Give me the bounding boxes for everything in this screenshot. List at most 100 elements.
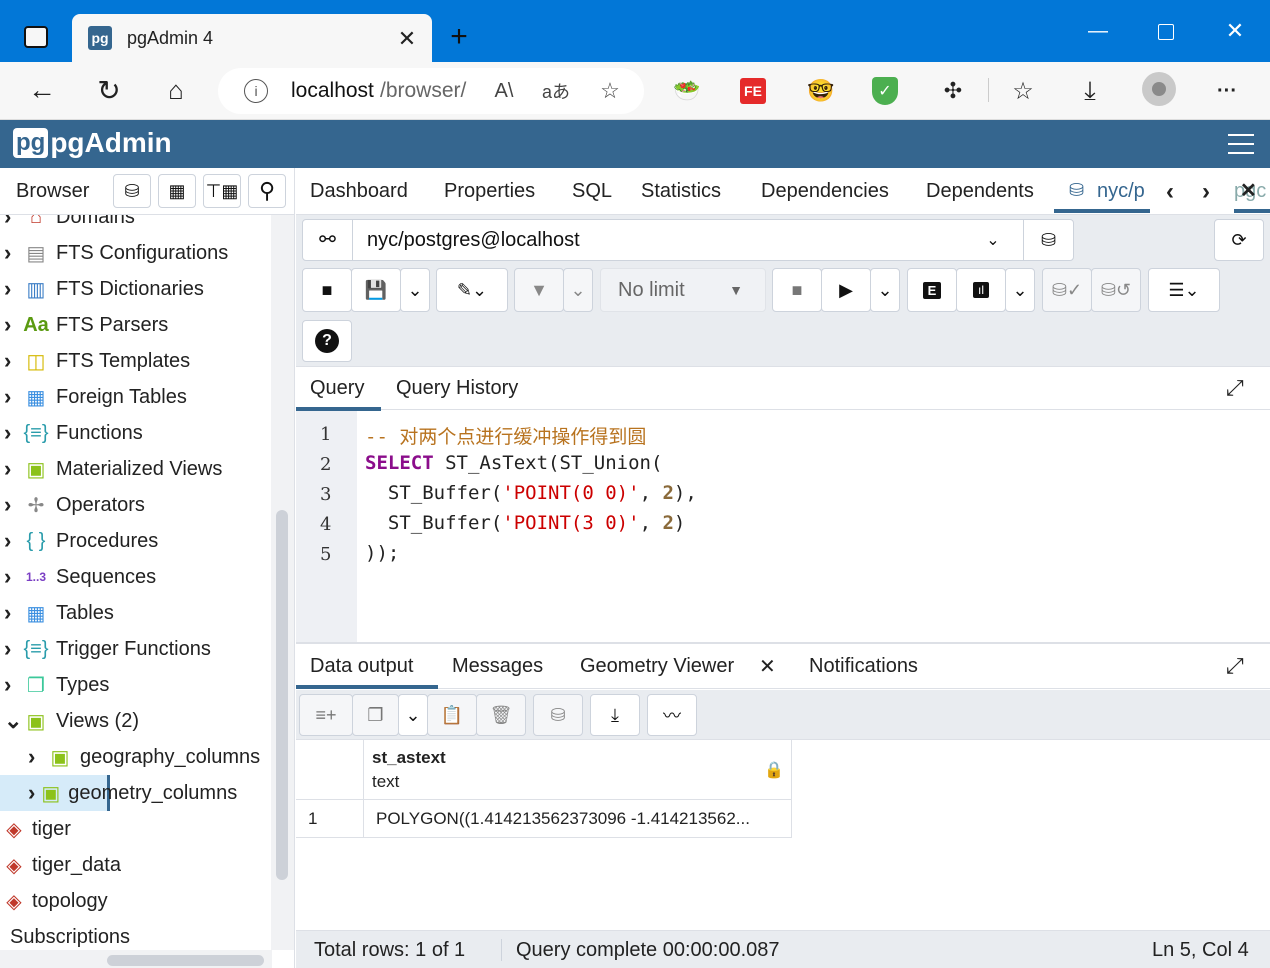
chevron-right-icon[interactable]: › — [4, 215, 18, 230]
extensions-puzzle-icon[interactable]: ✣ — [938, 76, 968, 106]
sidebar-toggle-icon[interactable] — [24, 26, 48, 48]
open-file-button[interactable]: ■ — [302, 268, 352, 312]
chevron-right-icon[interactable]: › — [4, 492, 18, 518]
new-tab-icon[interactable]: + — [444, 20, 474, 53]
add-row-button[interactable]: ≡+ — [299, 694, 353, 736]
maximize-panel-icon[interactable]: ⤢ — [1226, 653, 1244, 679]
query-tool-button[interactable]: ⛁ — [113, 174, 151, 208]
tree-item[interactable]: ⌄ ▣ Views (2) — [4, 703, 139, 739]
tree-item[interactable]: ◈ topology — [0, 883, 107, 919]
close-window-icon[interactable]: ✕ — [1222, 18, 1248, 44]
download-icon[interactable]: ⤓ — [1075, 75, 1105, 106]
explain-button[interactable]: E — [907, 268, 957, 312]
cell-value[interactable]: POLYGON((1.414213562373096 -1.414213562.… — [376, 809, 750, 829]
minimize-icon[interactable]: — — [1085, 18, 1111, 44]
chevron-right-icon[interactable]: › — [28, 744, 42, 770]
new-connection-icon[interactable]: ⛁ — [1023, 220, 1073, 260]
save-options-button[interactable]: ⌄ — [400, 268, 430, 312]
extension-face-icon[interactable]: 🤓 — [806, 76, 836, 106]
rows-limit-select[interactable]: No limit ▼ — [600, 268, 766, 312]
scroll-right-icon[interactable]: › — [1202, 178, 1210, 206]
tab-properties[interactable]: Properties — [444, 180, 535, 203]
extension-bowl-icon[interactable]: 🥗 — [672, 76, 702, 106]
filter-button[interactable]: ▼ — [514, 268, 564, 312]
tree-item[interactable]: › ◫ FTS Templates — [4, 343, 190, 379]
search-button[interactable]: ⚲ — [248, 174, 286, 208]
download-results-button[interactable]: ⤓ — [590, 694, 640, 736]
tab-pgc[interactable]: pgc ✕ — [1234, 168, 1270, 213]
explain-options-button[interactable]: ⌄ — [1005, 268, 1035, 312]
tree-item[interactable]: › ❐ Types — [4, 667, 109, 703]
chevron-right-icon[interactable]: › — [4, 564, 18, 590]
tab-dashboard[interactable]: Dashboard — [310, 180, 408, 203]
filter-options-button[interactable]: ⌄ — [563, 268, 593, 312]
connection-select[interactable]: ⚯ nyc/postgres@localhost ⌄ ⛁ — [302, 219, 1074, 261]
copy-button[interactable]: ❐ — [352, 694, 399, 736]
copy-options-button[interactable]: ⌄ — [398, 694, 428, 736]
chevron-down-icon[interactable]: ⌄ — [4, 708, 22, 734]
more-icon[interactable]: ··· — [1212, 76, 1242, 106]
tab-sql[interactable]: SQL — [572, 180, 612, 203]
refresh-connection-button[interactable]: ⟳ — [1214, 219, 1264, 261]
paste-button[interactable]: 📋 — [427, 694, 477, 736]
delete-button[interactable]: 🗑 — [476, 694, 526, 736]
view-data-button[interactable]: ▦ — [158, 174, 196, 208]
execute-options-button[interactable]: ⌄ — [870, 268, 900, 312]
back-icon[interactable]: ← — [26, 74, 58, 106]
tree-item[interactable]: › ✢ Operators — [4, 487, 145, 523]
tree-item[interactable]: › ▣ geometry_columns — [0, 775, 237, 811]
save-button[interactable]: 💾 — [351, 268, 401, 312]
tab-notifications[interactable]: Notifications — [809, 655, 918, 678]
refresh-icon[interactable]: ↻ — [93, 74, 125, 106]
tab-geometry-viewer[interactable]: Geometry Viewer — [580, 655, 734, 678]
home-icon[interactable]: ⌂ — [160, 74, 192, 106]
chevron-right-icon[interactable]: › — [4, 600, 18, 626]
save-data-button[interactable]: ⛁ — [533, 694, 583, 736]
tree-item[interactable]: › Aa FTS Parsers — [4, 307, 168, 343]
profile-avatar[interactable] — [1142, 72, 1176, 106]
edit-button[interactable]: ✎⌄ — [436, 268, 508, 312]
chevron-right-icon[interactable]: › — [4, 672, 18, 698]
tree-item[interactable]: Subscriptions — [10, 919, 130, 950]
tree-item[interactable]: › ▣ Materialized Views — [4, 451, 222, 487]
chevron-right-icon[interactable]: › — [28, 780, 35, 806]
tab-dependents[interactable]: Dependents — [926, 180, 1034, 203]
site-info-icon[interactable]: i — [244, 79, 268, 103]
close-tab-icon[interactable]: ✕ — [394, 26, 420, 52]
row-number[interactable]: 1 — [308, 809, 317, 829]
tree-item[interactable]: ◈ tiger_data — [0, 847, 121, 883]
chevron-right-icon[interactable]: › — [4, 312, 18, 338]
macros-button[interactable]: ☰⌄ — [1148, 268, 1220, 312]
tree-item[interactable]: › {≡} Trigger Functions — [4, 631, 211, 667]
tree-item[interactable]: › ▦ Foreign Tables — [4, 379, 187, 415]
tab-query-history[interactable]: Query History — [396, 377, 518, 400]
chevron-right-icon[interactable]: › — [4, 384, 18, 410]
extension-shield-icon[interactable]: ✓ — [872, 77, 898, 105]
execute-button[interactable]: ▶ — [821, 268, 871, 312]
chevron-right-icon[interactable]: › — [4, 348, 18, 374]
read-aloud-icon[interactable]: A\ — [490, 78, 518, 104]
tree-item[interactable]: ◈ tiger — [0, 811, 71, 847]
chevron-right-icon[interactable]: › — [4, 240, 18, 266]
tree-item[interactable]: › ▤ FTS Configurations — [4, 235, 228, 271]
tree-item[interactable]: › { } Procedures — [4, 523, 158, 559]
filtered-rows-button[interactable]: ⊤▦ — [203, 174, 241, 208]
rollback-button[interactable]: ⛁↺ — [1091, 268, 1141, 312]
chevron-right-icon[interactable]: › — [4, 420, 18, 446]
extension-fe-icon[interactable]: FE — [740, 78, 766, 104]
tree-item[interactable]: › {≡} Functions — [4, 415, 143, 451]
maximize-panel-icon[interactable]: ⤢ — [1226, 375, 1244, 401]
favorites-icon[interactable]: ☆ — [1008, 76, 1038, 106]
tree-item[interactable]: › 1..3 Sequences — [4, 559, 156, 595]
add-favorite-icon[interactable]: ☆ — [596, 78, 624, 104]
explain-analyze-button[interactable]: ıl — [956, 268, 1006, 312]
close-geometry-viewer-icon[interactable]: ✕ — [759, 654, 776, 679]
horizontal-scrollbar[interactable] — [0, 950, 272, 968]
chevron-right-icon[interactable]: › — [4, 528, 18, 554]
tree-item[interactable]: › ⌂ Domains — [4, 215, 135, 235]
address-bar[interactable]: i localhost /browser/ A\ aあ ☆ — [218, 68, 644, 114]
tab-query[interactable]: Query — [296, 367, 381, 411]
maximize-icon[interactable] — [1158, 24, 1174, 40]
graph-visualiser-button[interactable]: 〰 — [647, 694, 697, 736]
chevron-right-icon[interactable]: › — [4, 456, 18, 482]
